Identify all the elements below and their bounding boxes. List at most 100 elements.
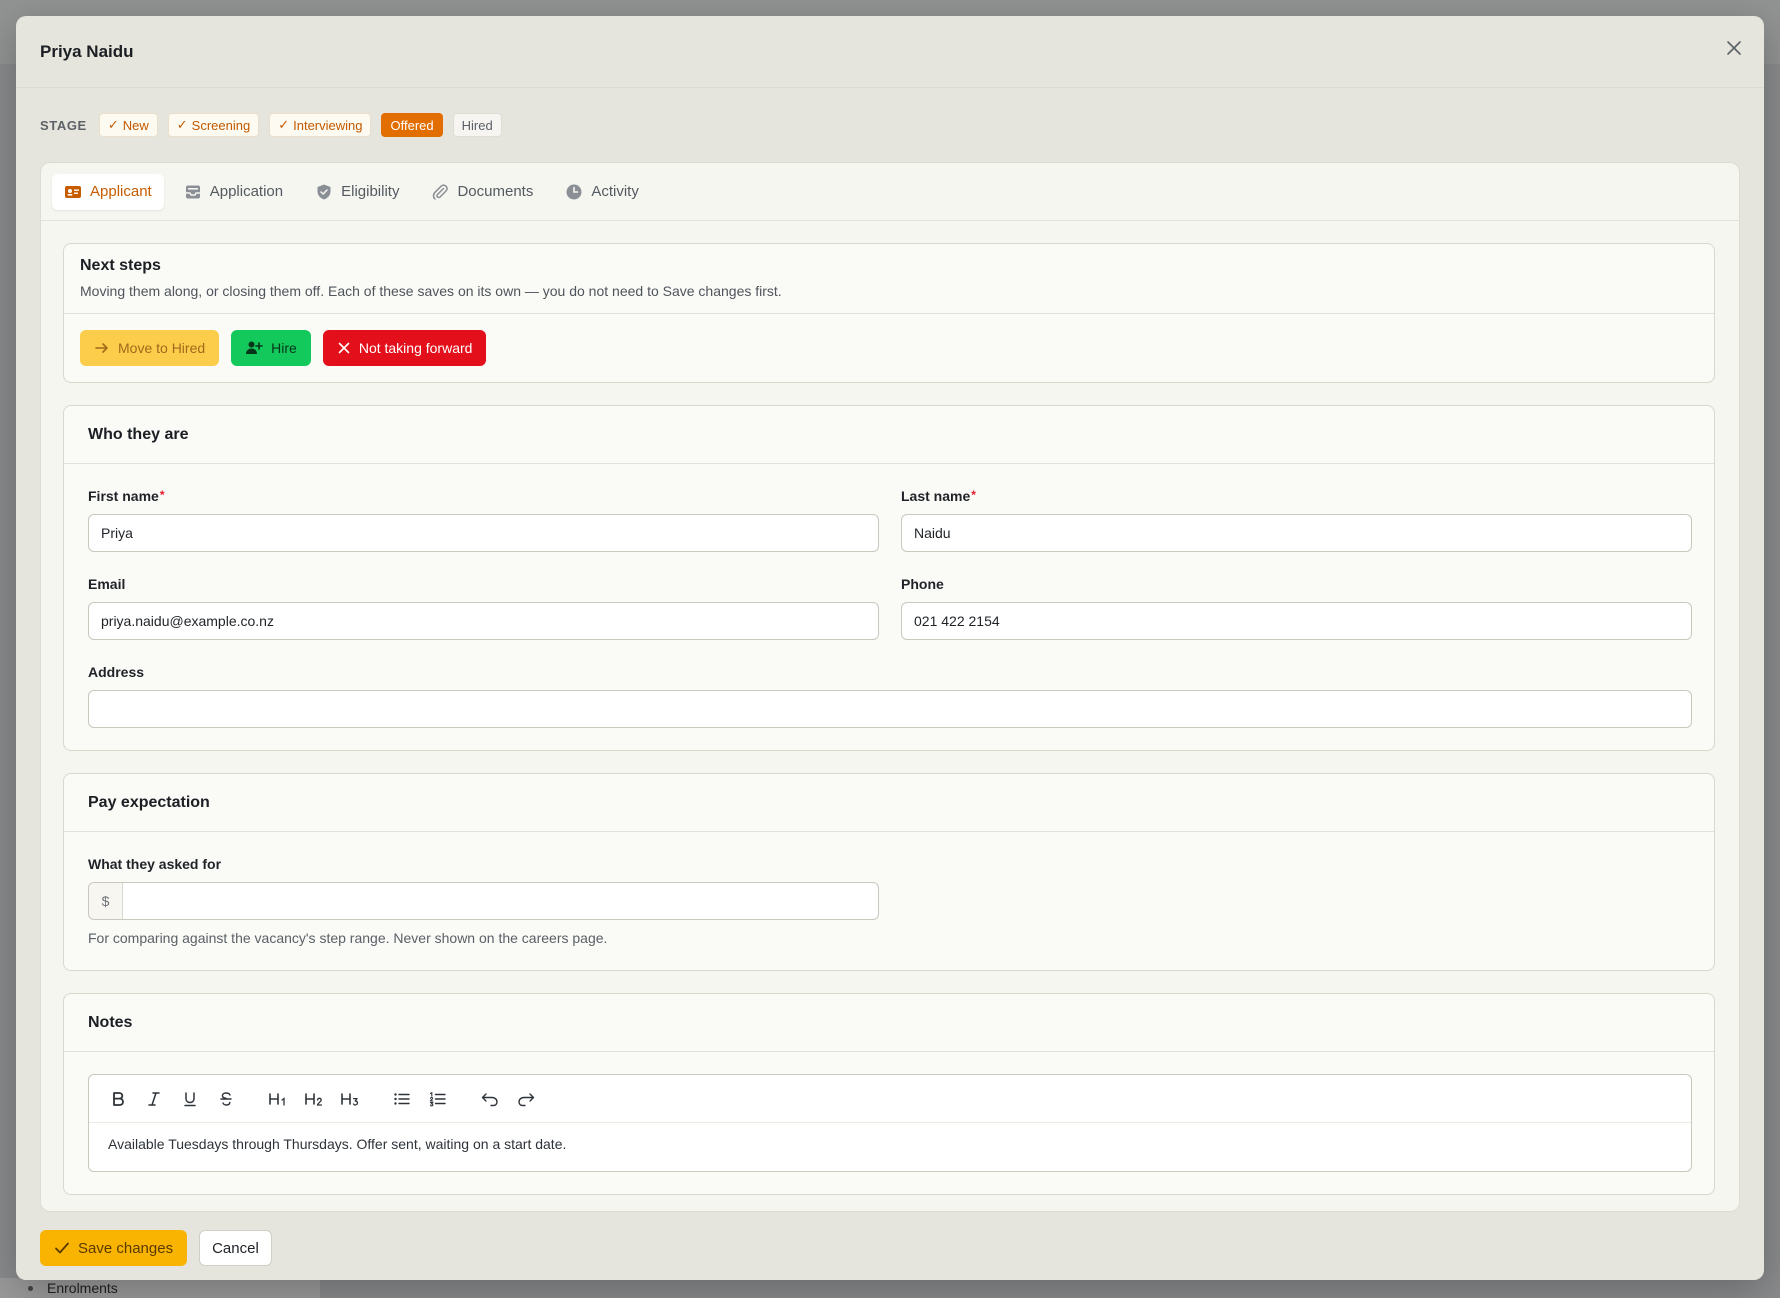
tab-label: Documents [457,183,534,200]
undo-icon [481,1092,498,1106]
move-to-hired-button[interactable]: Move to Hired [80,330,220,366]
address-label: Address [88,664,145,680]
required-asterisk: * [971,488,976,502]
notes-editor: Available Tuesdays through Thursdays. Of… [88,1074,1692,1172]
check-icon: ✓ [107,117,119,132]
redo-button[interactable] [511,1084,541,1114]
dollar-prefix: $ [89,883,123,919]
stage-label: STAGE [40,117,87,133]
email-label: Email [88,576,126,592]
id-card-icon [65,185,81,198]
next-steps-title: Next steps [80,257,161,274]
tab-label: Activity [591,183,639,200]
undo-button[interactable] [475,1084,505,1114]
heading-3-button[interactable] [335,1084,365,1114]
underline-button[interactable] [175,1084,205,1114]
heading-1-icon [269,1092,285,1106]
notes-editor-content[interactable]: Available Tuesdays through Thursdays. Of… [89,1123,1691,1165]
stage-chip-screening[interactable]: ✓ Screening [167,113,260,137]
stage-chip-label: Offered [390,117,434,133]
strikethrough-button[interactable] [211,1084,241,1114]
bold-icon [113,1091,124,1106]
modal-title: Priya Naidu [40,41,134,61]
heading-2-icon [305,1092,323,1106]
cancel-button[interactable]: Cancel [199,1230,272,1266]
italic-icon [148,1091,160,1106]
tab-bar: Applicant Application Eligibility Docume… [41,163,1739,221]
tab-label: Applicant [90,183,152,200]
tab-label: Eligibility [341,183,400,200]
tab-eligibility[interactable]: Eligibility [303,174,411,210]
check-icon: ✓ [278,117,290,132]
applicant-modal: Priya Naidu STAGE ✓ New ✓ Screening ✓ Inter… [16,16,1764,1280]
not-taking-forward-button[interactable]: Not taking forward [322,330,487,366]
underline-icon [184,1091,196,1106]
save-changes-label: Save changes [78,1239,174,1257]
stage-progress: STAGE ✓ New ✓ Screening ✓ Interviewing Offe… [40,113,502,137]
pay-label-group: What they asked for [88,856,221,874]
tab-activity[interactable]: Activity [553,174,651,210]
inbox-icon [185,185,200,198]
notes-title: Notes [64,994,1714,1052]
check-icon [55,1242,69,1254]
redo-icon [518,1092,535,1106]
modal-footer: Save changes Cancel [16,1216,1764,1280]
first-name-label-group: First name* [88,488,164,506]
check-icon: ✓ [176,117,188,132]
paperclip-icon [433,183,449,200]
heading-1-button[interactable] [263,1084,293,1114]
tab-applicant[interactable]: Applicant [52,173,164,210]
first-name-input[interactable]: Priya [88,514,879,552]
address-label-group: Address [88,664,144,682]
phone-input[interactable]: 021 422 2154 [901,602,1692,640]
hire-button[interactable]: Hire [231,330,311,366]
notes-card: Notes Available Tuesdays through Thursda… [63,993,1715,1195]
move-to-hired-label: Move to Hired [118,340,206,356]
next-steps-description: Moving them along, or closing them off. … [80,283,782,299]
close-icon [1727,41,1741,55]
next-steps-header: Next steps Moving them along, or closing… [64,244,1714,314]
tab-application[interactable]: Application [172,174,295,210]
editor-toolbar [89,1075,1691,1123]
bold-button[interactable] [103,1084,133,1114]
pay-asked-input[interactable]: $ [88,882,879,920]
first-name-label: First name* [88,488,165,504]
close-button[interactable] [1720,34,1748,62]
stage-chip-hired[interactable]: Hired [452,113,502,137]
last-name-label-group: Last name* [901,488,976,506]
modal-header: Priya Naidu [16,16,1764,88]
stage-chip-label: Hired [461,117,493,133]
who-they-are-card: Who they are First name* Priya Last name… [63,405,1715,751]
italic-button[interactable] [139,1084,169,1114]
bullet-list-button[interactable] [387,1084,417,1114]
shield-icon [317,184,331,199]
close-icon [338,342,350,354]
stage-chip-offered[interactable]: Offered [381,113,443,137]
heading-2-button[interactable] [299,1084,329,1114]
not-taking-forward-label: Not taking forward [358,340,473,356]
tab-documents[interactable]: Documents [419,174,545,210]
phone-label-group: Phone [901,576,944,594]
stage-chip-interviewing[interactable]: ✓ Interviewing [269,113,372,137]
pay-expectation-card: Pay expectation What they asked for $ Fo… [63,773,1715,971]
address-input[interactable] [88,690,1692,728]
ordered-list-button[interactable] [423,1084,453,1114]
hire-label: Hire [271,340,297,356]
email-input[interactable]: priya.naidu@example.co.nz [88,602,879,640]
stage-chip-label: Screening [191,117,251,133]
phone-label: Phone [901,576,944,592]
tab-label: Application [209,183,284,200]
stage-chip-label: New [122,117,149,133]
pay-hint: For comparing against the vacancy's step… [88,930,608,946]
last-name-input[interactable]: Naidu [901,514,1692,552]
clock-icon [566,184,582,199]
next-steps-card: Next steps Moving them along, or closing… [63,243,1715,383]
pay-expectation-title: Pay expectation [64,774,1714,832]
stage-chip-label: Interviewing [293,117,363,133]
backdrop-nav-item: Enrolments [28,1280,118,1296]
who-they-are-title: Who they are [64,406,1714,464]
last-name-label: Last name* [901,488,976,504]
save-changes-button[interactable]: Save changes [40,1230,188,1266]
stage-chip-new[interactable]: ✓ New [98,113,158,137]
next-steps-actions: Move to Hired Hire Not taking forward [64,314,1714,382]
